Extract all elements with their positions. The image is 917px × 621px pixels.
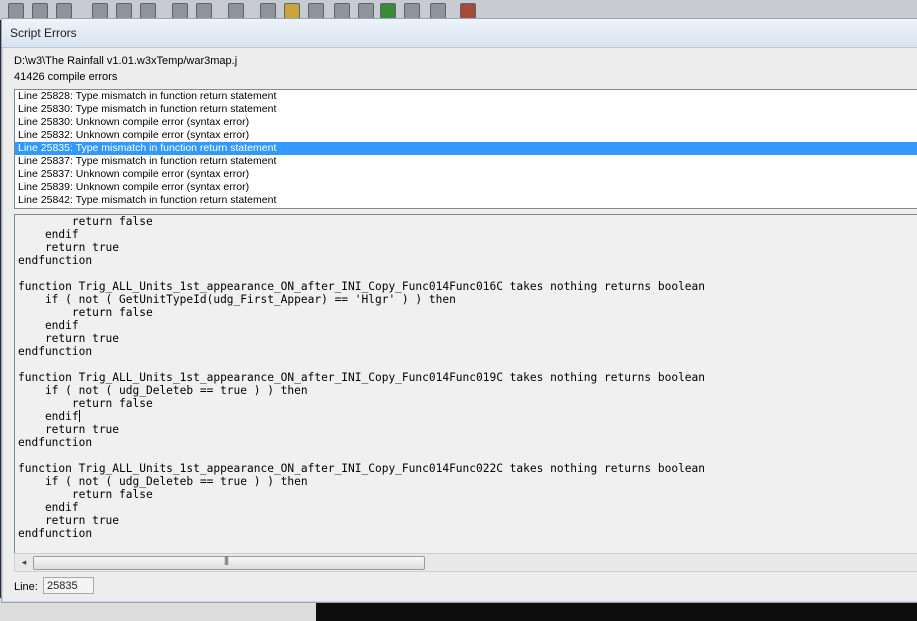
error-row[interactable]: Line 25828: Type mismatch in function re… — [15, 90, 917, 103]
code-text[interactable]: return false endif return true endfuncti… — [15, 215, 917, 540]
error-row[interactable]: Line 25832: Unknown compile error (synta… — [15, 129, 917, 142]
map-icon[interactable] — [358, 3, 374, 19]
error-row[interactable]: Line 25835: Type mismatch in function re… — [15, 142, 917, 155]
code-line: endfunction — [18, 254, 93, 267]
ai-icon[interactable] — [334, 3, 350, 19]
code-line: if ( not ( GetUnitTypeId(udg_First_Appea… — [18, 293, 456, 306]
code-line: return false — [18, 488, 153, 501]
line-label: Line: — [14, 581, 38, 593]
code-line: endif — [18, 501, 79, 514]
layer-icon[interactable] — [260, 3, 276, 19]
code-line: return true — [18, 332, 120, 345]
delete-icon[interactable] — [196, 3, 212, 19]
select-icon[interactable] — [228, 3, 244, 19]
save-file-icon[interactable] — [56, 3, 72, 19]
title-bar[interactable]: Script Errors — [2, 19, 917, 48]
file-path: D:\w3\The Rainfall v1.01.w3xTemp/war3map… — [14, 55, 238, 67]
code-line: function Trig_ALL_Units_1st_appearance_O… — [18, 371, 706, 384]
code-line: return true — [18, 241, 120, 254]
error-list[interactable]: Line 25828: Type mismatch in function re… — [14, 89, 917, 209]
grip-icon: ||| — [224, 555, 229, 565]
cut-icon[interactable] — [116, 3, 132, 19]
tool-icon[interactable] — [308, 3, 324, 19]
code-line: if ( not ( udg_Deleteb == true ) ) then — [18, 475, 308, 488]
code-line: endif — [18, 319, 79, 332]
undo-icon[interactable] — [92, 3, 108, 19]
code-line: endif — [18, 228, 79, 241]
error-row[interactable]: Line 25830: Unknown compile error (synta… — [15, 116, 917, 129]
open-file-icon[interactable] — [32, 3, 48, 19]
code-line: endif — [18, 410, 79, 423]
error-row[interactable]: Line 25839: Unknown compile error (synta… — [15, 181, 917, 194]
code-line: return true — [18, 514, 120, 527]
error-count: 41426 compile errors — [14, 71, 118, 83]
error-row[interactable]: Line 25830: Type mismatch in function re… — [15, 103, 917, 116]
error-row[interactable]: Line 25837: Type mismatch in function re… — [15, 155, 917, 168]
new-file-icon[interactable] — [8, 3, 24, 19]
code-line: return false — [18, 306, 153, 319]
trigger-icon[interactable] — [430, 3, 446, 19]
code-line: if ( not ( udg_Deleteb == true ) ) then — [18, 384, 308, 397]
code-line: function Trig_ALL_Units_1st_appearance_O… — [18, 462, 706, 475]
gold-icon[interactable] — [284, 3, 300, 19]
copy-icon[interactable] — [140, 3, 156, 19]
code-line: return false — [18, 397, 153, 410]
editor-toolbar — [0, 0, 917, 20]
paste-icon[interactable] — [172, 3, 188, 19]
line-number-field[interactable] — [43, 577, 94, 594]
code-line: endfunction — [18, 436, 93, 449]
unit-icon[interactable] — [380, 3, 396, 19]
script-errors-dialog: Script Errors D:\w3\The Rainfall v1.01.w… — [1, 18, 917, 603]
error-row[interactable]: Line 25842: Type mismatch in function re… — [15, 194, 917, 207]
code-line: return true — [18, 423, 120, 436]
item-icon[interactable] — [404, 3, 420, 19]
horizontal-scrollbar[interactable]: ◂ ||| — [14, 553, 917, 572]
error-row[interactable]: Line 25837: Unknown compile error (synta… — [15, 168, 917, 181]
code-line: return false — [18, 215, 153, 228]
scroll-left-arrow-icon[interactable]: ◂ — [17, 555, 31, 569]
code-line: endfunction — [18, 527, 93, 540]
code-line: endfunction — [18, 345, 93, 358]
code-line: function Trig_ALL_Units_1st_appearance_O… — [18, 280, 706, 293]
dialog-title: Script Errors — [10, 26, 77, 40]
test-map-icon[interactable] — [460, 3, 476, 19]
code-panel[interactable]: return false endif return true endfuncti… — [14, 214, 917, 555]
scroll-thumb[interactable]: ||| — [33, 555, 425, 570]
text-caret — [78, 410, 80, 422]
